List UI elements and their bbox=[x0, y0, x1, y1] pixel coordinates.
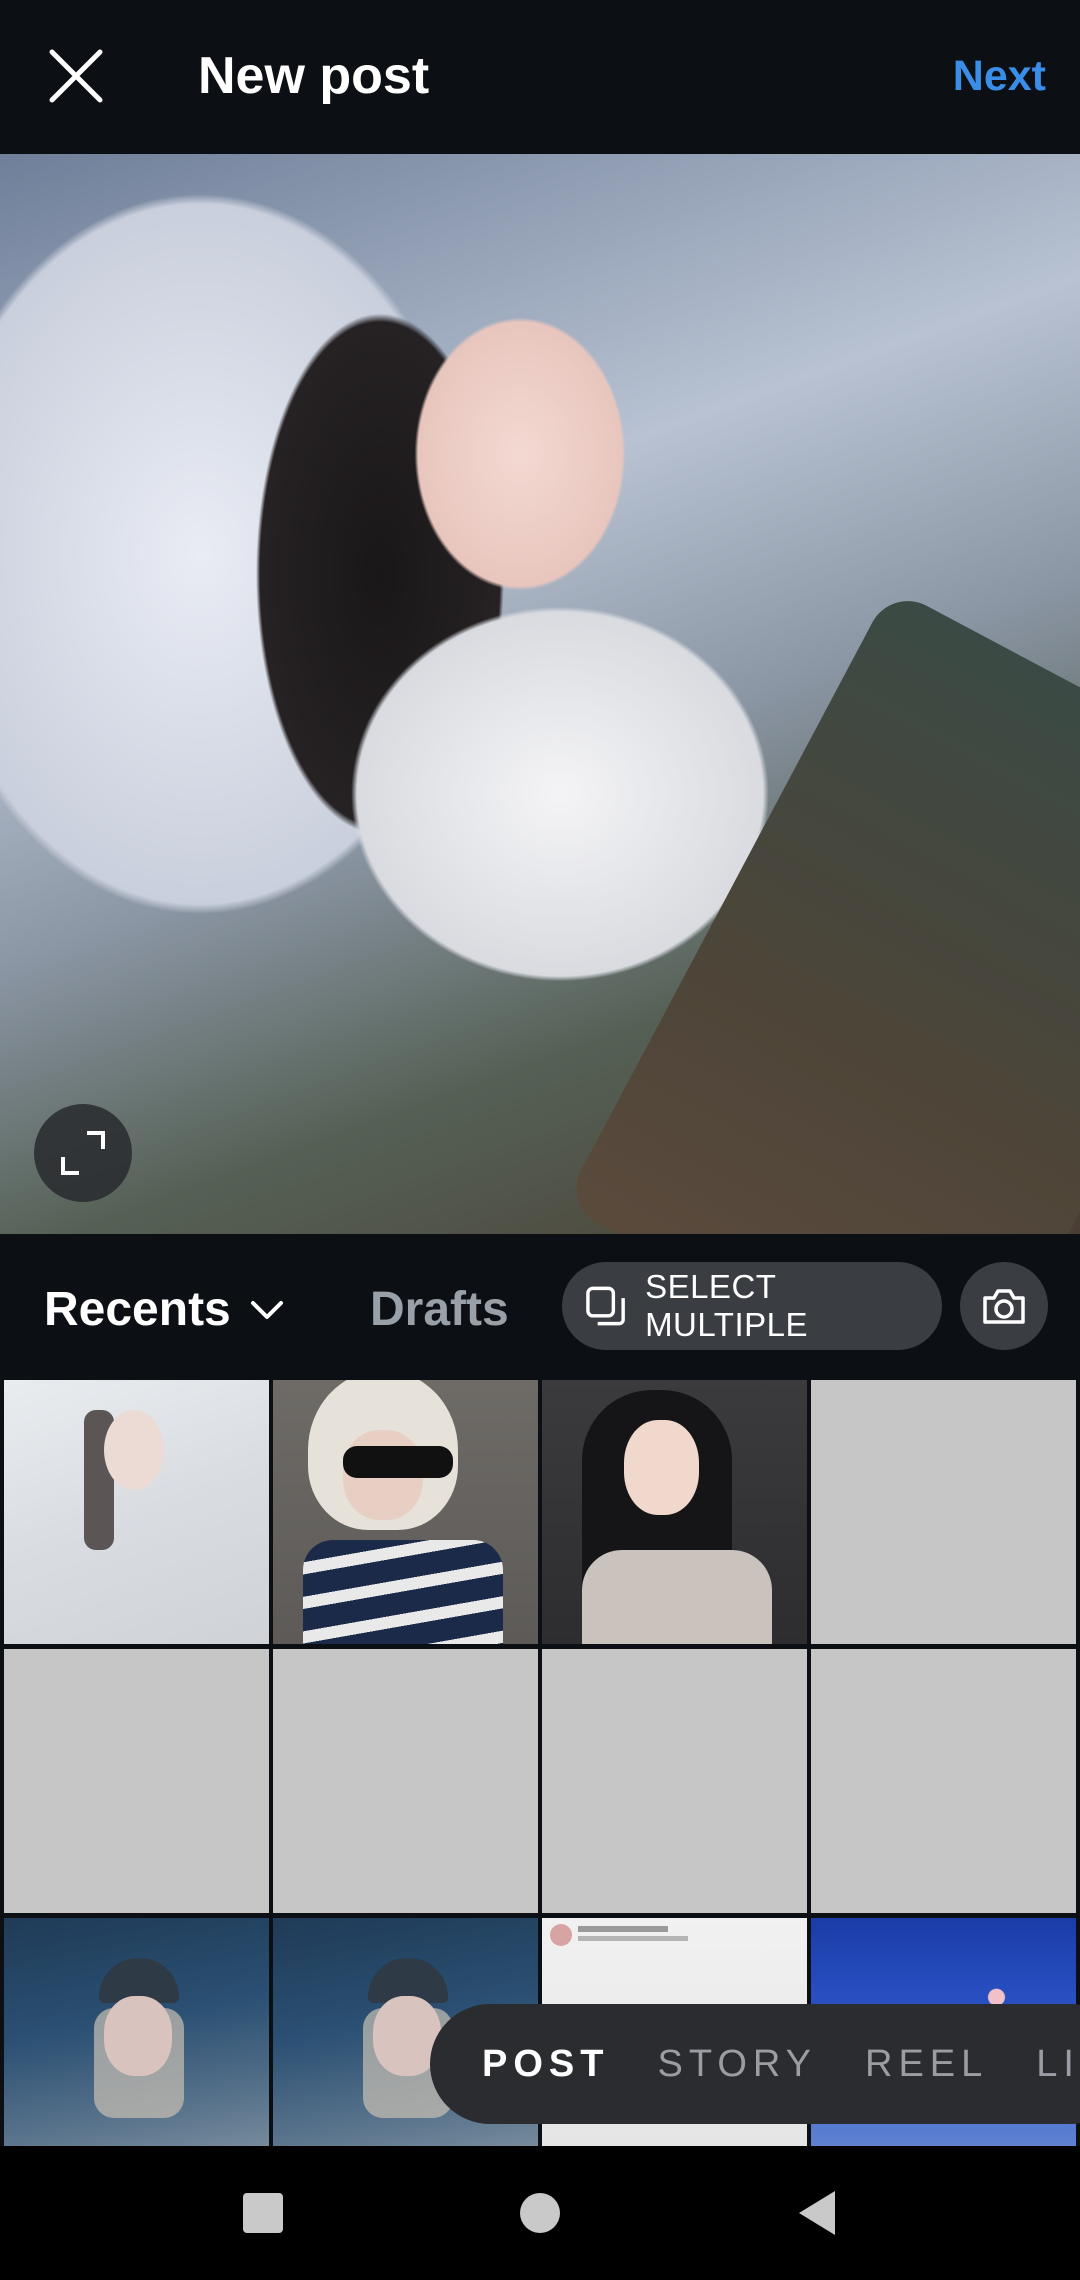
gallery-thumbnail-placeholder[interactable] bbox=[4, 1649, 269, 1913]
gallery-thumbnail[interactable] bbox=[273, 1380, 538, 1644]
gallery-thumbnail[interactable] bbox=[4, 1918, 269, 2146]
recent-apps-button[interactable] bbox=[232, 2182, 294, 2244]
close-button[interactable] bbox=[40, 40, 112, 112]
mode-live[interactable]: LIVE bbox=[1036, 2043, 1080, 2086]
mode-post[interactable]: POST bbox=[482, 2043, 609, 2086]
home-button[interactable] bbox=[509, 2182, 571, 2244]
expand-icon bbox=[61, 1131, 105, 1175]
gallery-thumbnail-placeholder[interactable] bbox=[811, 1649, 1076, 1913]
mode-reel[interactable]: REEL bbox=[865, 2043, 988, 2086]
back-triangle-icon bbox=[799, 2191, 835, 2235]
chevron-down-icon bbox=[250, 1301, 283, 1319]
gallery-thumbnail-placeholder[interactable] bbox=[273, 1649, 538, 1913]
camera-button[interactable] bbox=[960, 1262, 1048, 1350]
top-bar: New post Next bbox=[0, 0, 1080, 154]
gallery-thumbnail[interactable] bbox=[542, 1380, 807, 1644]
recents-dropdown[interactable]: Recents bbox=[44, 1274, 285, 1346]
selected-photo-preview[interactable] bbox=[0, 154, 1080, 1234]
back-button[interactable] bbox=[786, 2182, 848, 2244]
gallery-toolbar: Recents Drafts SELECT MULTIPLE bbox=[0, 1234, 1080, 1376]
gallery-thumbnail-placeholder[interactable] bbox=[811, 1380, 1076, 1644]
system-navigation-bar bbox=[0, 2146, 1080, 2280]
expand-button[interactable] bbox=[34, 1104, 132, 1202]
recents-label: Recents bbox=[44, 1283, 231, 1336]
mode-story[interactable]: STORY bbox=[657, 2043, 817, 2086]
capture-mode-selector: POST STORY REEL LIVE bbox=[430, 2004, 1080, 2124]
select-multiple-button[interactable]: SELECT MULTIPLE bbox=[562, 1262, 942, 1350]
circle-icon bbox=[520, 2193, 560, 2233]
gallery-thumbnail-placeholder[interactable] bbox=[542, 1649, 807, 1913]
square-icon bbox=[243, 2193, 283, 2233]
page-title: New post bbox=[198, 47, 430, 105]
next-button[interactable]: Next bbox=[953, 40, 1046, 112]
preview-image-landscape bbox=[562, 586, 1080, 1234]
camera-icon bbox=[983, 1289, 1025, 1324]
multi-select-icon bbox=[586, 1286, 625, 1326]
gallery-thumbnail[interactable] bbox=[4, 1380, 269, 1644]
close-icon bbox=[49, 49, 103, 103]
drafts-tab[interactable]: Drafts bbox=[370, 1274, 509, 1346]
select-multiple-label: SELECT MULTIPLE bbox=[645, 1268, 808, 1343]
